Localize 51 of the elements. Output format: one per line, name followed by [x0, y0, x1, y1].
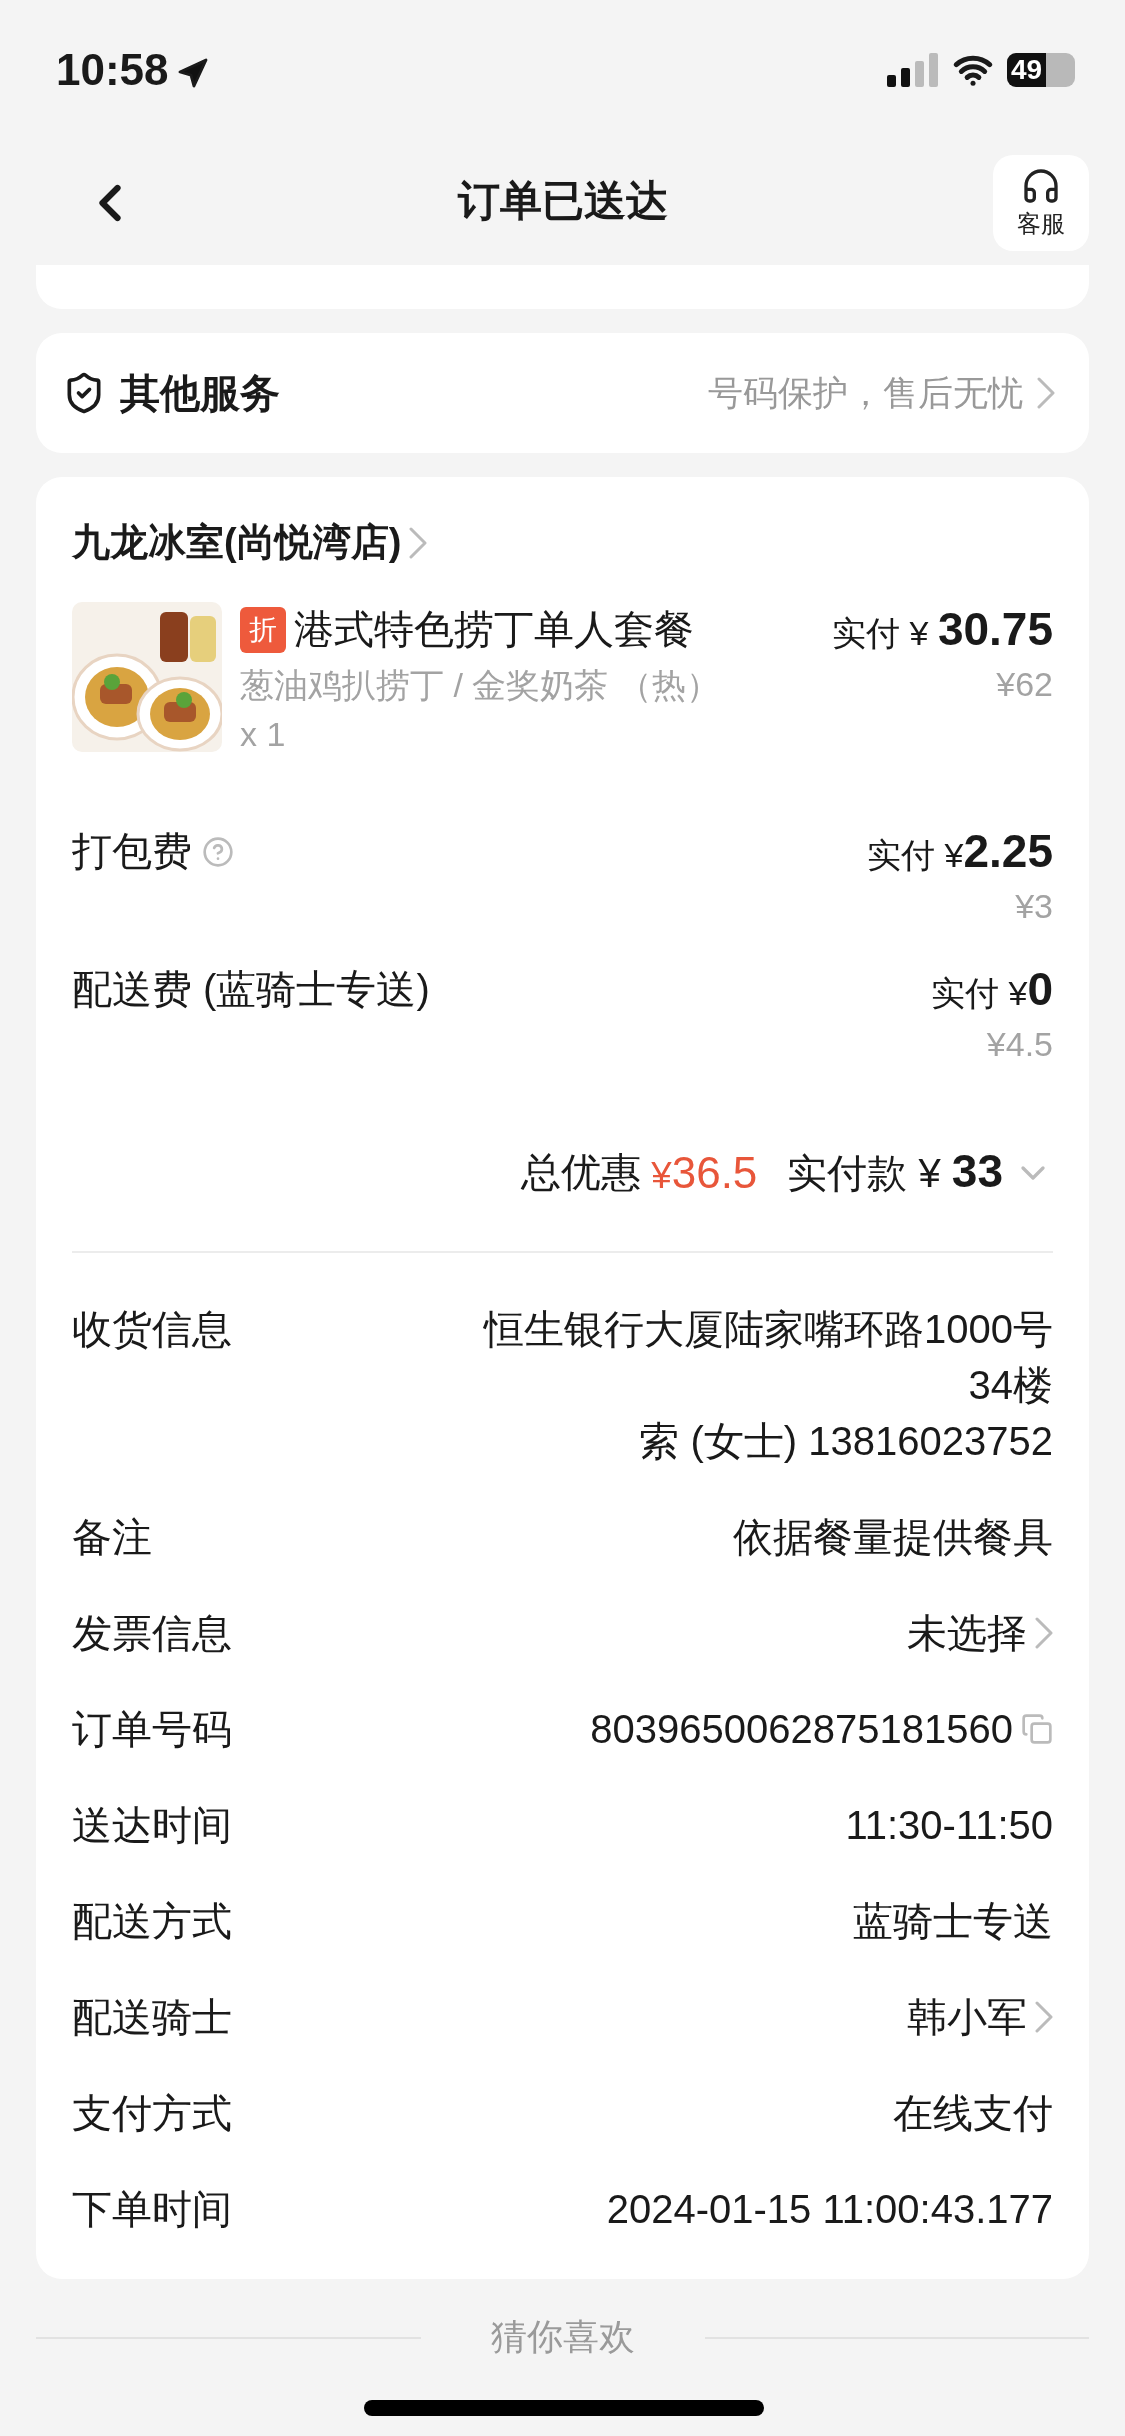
info-label: 备注	[72, 1514, 152, 1561]
item-spec: 葱油鸡扒捞丁 / 金奖奶茶 （热）	[240, 665, 721, 706]
info-value: 34楼	[968, 1362, 1053, 1409]
info-value: 蓝骑士专送	[853, 1898, 1053, 1945]
section-title: 猜你喜欢	[489, 2315, 636, 2359]
signal-icon	[887, 53, 939, 87]
battery-icon: 49	[1007, 53, 1075, 87]
info-label: 配送骑士	[72, 1994, 232, 2041]
item-quantity: x 1	[240, 715, 287, 754]
paid-price: 实付 ¥2.25	[867, 824, 1053, 879]
store-name[interactable]: 九龙冰室(尚悦湾店)	[72, 517, 402, 568]
info-value[interactable]: 未选择	[907, 1605, 1027, 1661]
info-value: 8039650062875181560	[590, 1706, 1013, 1753]
info-label: 配送方式	[72, 1898, 232, 1945]
info-value[interactable]: 韩小军	[907, 1989, 1027, 2045]
services-row[interactable]: 其他服务 号码保护，售后无忧	[36, 333, 1089, 453]
info-value: 依据餐量提供餐具	[733, 1514, 1053, 1561]
copy-icon[interactable]	[1021, 1713, 1053, 1745]
chevron-right-icon	[1037, 377, 1055, 409]
chevron-right-icon	[1035, 2001, 1053, 2033]
discount-label: 总优惠	[521, 1149, 642, 1196]
original-price: ¥3	[1015, 887, 1053, 926]
services-title: 其他服务	[120, 369, 281, 417]
info-value: 索 (女士) 13816023752	[639, 1418, 1053, 1465]
info-label: 送达时间	[72, 1802, 232, 1849]
paid-price: 实付 ¥0	[931, 962, 1053, 1017]
discount-amount: ¥36.5	[651, 1147, 758, 1198]
discount-tag: 折	[240, 606, 286, 653]
status-time: 10:58	[56, 45, 169, 95]
info-label: 收货信息	[72, 1306, 232, 1353]
help-icon[interactable]	[202, 835, 234, 868]
paid-price: 实付 ¥ 30.75	[832, 602, 1053, 657]
info-label: 下单时间	[72, 2186, 232, 2233]
info-label: 发票信息	[72, 1610, 232, 1657]
info-value: 2024-01-15 11:00:43.177	[606, 2186, 1053, 2233]
chevron-right-icon	[409, 526, 428, 559]
customer-service-button[interactable]: 客服	[993, 154, 1089, 251]
chevron-right-icon	[1035, 1617, 1053, 1649]
item-name: 港式特色捞丁单人套餐	[294, 606, 694, 653]
total-paid: 实付款 ¥ 33	[787, 1144, 1003, 1199]
services-hint: 号码保护，售后无忧	[708, 371, 1023, 414]
info-value: 11:30-11:50	[845, 1802, 1053, 1849]
page-title: 订单已送达	[457, 176, 668, 226]
original-price: ¥62	[996, 665, 1053, 704]
info-value: 恒生银行大厦陆家嘴环路1000号	[484, 1306, 1053, 1353]
info-label: 支付方式	[72, 2090, 232, 2137]
info-label: 订单号码	[72, 1706, 232, 1753]
fee-label: 打包费	[72, 828, 192, 875]
info-value: 在线支付	[893, 2090, 1053, 2137]
original-price: ¥4.5	[986, 1025, 1053, 1064]
fee-label: 配送费 (蓝骑士专送)	[72, 966, 430, 1013]
